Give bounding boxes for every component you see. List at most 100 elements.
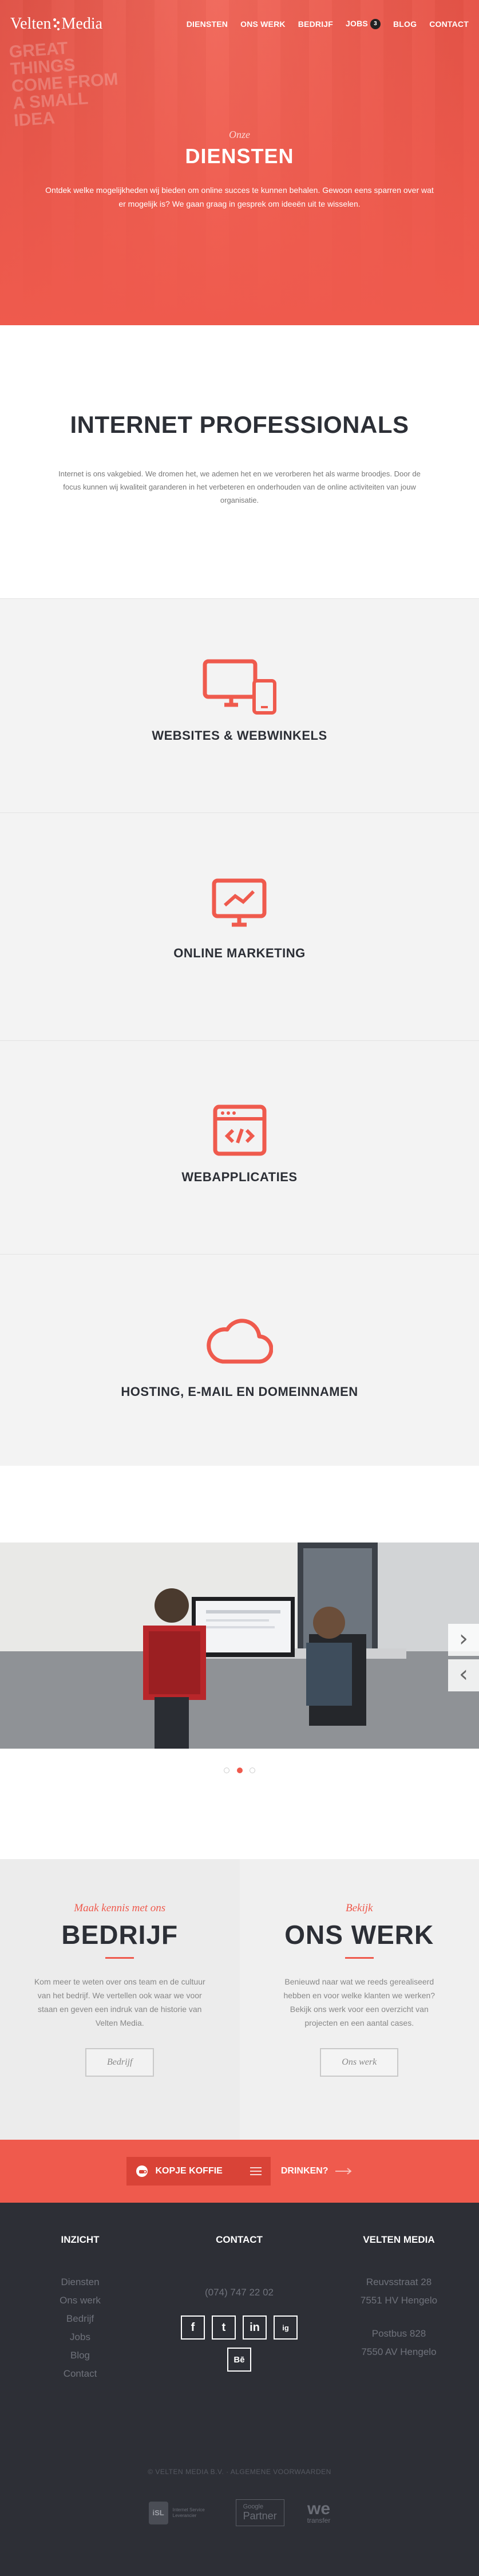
nav-item-bedrijf[interactable]: BEDRIJF	[298, 19, 333, 29]
monitor-chart-icon	[211, 878, 268, 929]
split-section: Maak kennis met ons BEDRIJF Kom meer te …	[0, 1859, 479, 2140]
wetransfer-logo-text: transfer	[307, 2516, 331, 2524]
office-photo	[0, 1543, 479, 1749]
hero: GREAT THINGS COME FROM A SMALL IDEA Velt…	[0, 0, 479, 325]
coffee-button-label: KOPJE KOFFIE	[155, 2166, 222, 2176]
slider-dot-2[interactable]	[237, 1768, 243, 1773]
footer-inzicht: INZICHT Diensten Ons werk Bedrijf Jobs B…	[34, 2234, 126, 2383]
google-logo-text: Google	[243, 2503, 277, 2510]
footer-street: Reuvsstraat 28	[339, 2273, 459, 2291]
nav-item-jobs[interactable]: JOBS3	[346, 19, 381, 29]
werk-panel: Bekijk ONS WERK Benieuwd naar wat we ree…	[240, 1859, 479, 2140]
photo-slider[interactable]: › ‹	[0, 1543, 479, 1749]
nav-item-ons-werk[interactable]: ONS WERK	[240, 19, 286, 29]
intro-text: Internet is ons vakgebied. We dromen het…	[54, 467, 426, 507]
social-links: f t in ig	[168, 2315, 311, 2340]
footer-link-contact[interactable]: Contact	[34, 2365, 126, 2383]
copyright[interactable]: © VELTEN MEDIA B.V. · ALGEMENE VOORWAARD…	[0, 2468, 479, 2476]
hero-kicker: Onze	[0, 129, 479, 141]
slider-dots	[0, 1766, 479, 1776]
facebook-icon[interactable]: f	[181, 2315, 205, 2340]
nav-item-contact[interactable]: CONTACT	[429, 19, 469, 29]
social-links-row-2: Bē	[168, 2348, 311, 2372]
footer-phone[interactable]: (074) 747 22 02	[168, 2283, 311, 2302]
slider-prev-arrow-icon[interactable]: ‹	[448, 1659, 479, 1691]
coffee-button[interactable]: KOPJE KOFFIE	[126, 2157, 270, 2186]
footer-contact-title: CONTACT	[168, 2234, 311, 2246]
footer-link-diensten[interactable]: Diensten	[34, 2273, 126, 2291]
service-websites[interactable]: WEBSITES & WEBWINKELS	[0, 598, 479, 812]
coffee-cup-icon	[136, 2165, 148, 2177]
bedrijf-text: Kom meer te weten over ons team en de cu…	[34, 1975, 205, 2030]
divider	[345, 1957, 374, 1959]
nav-item-diensten[interactable]: DIENSTEN	[187, 19, 228, 29]
footer-link-bedrijf[interactable]: Bedrijf	[34, 2310, 126, 2328]
page-title: DIENSTEN	[0, 144, 479, 168]
footer-link-jobs[interactable]: Jobs	[34, 2328, 126, 2346]
footer-city: 7551 HV Hengelo	[339, 2291, 459, 2310]
nav-links: DIENSTEN ONS WERK BEDRIJF JOBS3 BLOG CON…	[187, 19, 469, 29]
footer-company-title: VELTEN MEDIA	[339, 2234, 459, 2246]
twitter-icon[interactable]: t	[212, 2315, 236, 2340]
service-marketing[interactable]: ONLINE MARKETING	[0, 812, 479, 1040]
bedrijf-kicker: Maak kennis met ons	[0, 1902, 240, 1915]
werk-kicker: Bekijk	[240, 1902, 479, 1915]
devices-icon	[203, 659, 277, 716]
hero-wall-lettering: GREAT THINGS COME FROM A SMALL IDEA	[9, 37, 123, 130]
divider	[105, 1957, 134, 1959]
service-title-hosting: HOSTING, E-MAIL EN DOMEINNAMEN	[0, 1384, 479, 1399]
footer-pobox: Postbus 828	[339, 2325, 459, 2343]
werk-text: Benieuwd naar wat we reeds gerealiseerd …	[274, 1975, 445, 2030]
logo-text-right: Media	[62, 15, 103, 33]
footer: INZICHT Diensten Ons werk Bedrijf Jobs B…	[0, 2203, 479, 2576]
nav-item-blog[interactable]: BLOG	[393, 19, 417, 29]
footer-contact: CONTACT (074) 747 22 02 f t in ig Bē	[168, 2234, 311, 2372]
logo[interactable]: Velten Media	[10, 15, 102, 33]
office-scene-illustration	[0, 1543, 479, 1749]
partner-logos: iSL Internet Service Leverancier Google …	[0, 2499, 479, 2526]
cloud-icon	[207, 1315, 273, 1366]
hero-content: Onze DIENSTEN Ontdek welke mogelijkheden…	[0, 129, 479, 211]
code-window-icon	[212, 1104, 267, 1157]
intro-section: INTERNET PROFESSIONALS Internet is ons v…	[0, 325, 479, 598]
behance-icon[interactable]: Bē	[227, 2348, 251, 2372]
footer-pobox-city: 7550 AV Hengelo	[339, 2343, 459, 2361]
partner-logo-text: Partner	[243, 2510, 277, 2522]
footer-link-ons-werk[interactable]: Ons werk	[34, 2291, 126, 2310]
logo-dots-icon	[53, 15, 61, 33]
slider-dot-3[interactable]	[250, 1768, 255, 1773]
arrow-right-icon	[335, 2168, 353, 2175]
coffee-bar: KOPJE KOFFIE DRINKEN?	[0, 2140, 479, 2203]
instagram-icon[interactable]: ig	[274, 2315, 298, 2340]
werk-button[interactable]: Ons werk	[320, 2048, 398, 2077]
service-title-websites: WEBSITES & WEBWINKELS	[0, 728, 479, 743]
isl-logo: iSL Internet Service Leverancier	[149, 2502, 213, 2524]
isl-logo-text: Internet Service Leverancier	[173, 2507, 213, 2519]
coffee-question-label: DRINKEN?	[281, 2166, 328, 2176]
service-webapplicaties[interactable]: WEBAPPLICATIES	[0, 1040, 479, 1254]
slider-next-arrow-icon[interactable]: ›	[448, 1624, 479, 1656]
nav-item-jobs-label: JOBS	[346, 19, 368, 28]
logo-text-left: Velten	[10, 15, 52, 33]
werk-title: ONS WERK	[240, 1919, 479, 1950]
menu-icon	[250, 2167, 262, 2175]
google-partner-logo: Google Partner	[236, 2499, 284, 2526]
slider-dot-1[interactable]	[224, 1768, 229, 1773]
footer-inzicht-title: INZICHT	[34, 2234, 126, 2246]
coffee-question[interactable]: DRINKEN?	[281, 2166, 353, 2176]
linkedin-icon[interactable]: in	[243, 2315, 267, 2340]
service-title-webapplicaties: WEBAPPLICATIES	[0, 1170, 479, 1185]
intro-title: INTERNET PROFESSIONALS	[0, 411, 479, 439]
main-nav: Velten Media DIENSTEN ONS WERK BEDRIJF J…	[0, 0, 479, 48]
footer-link-blog[interactable]: Blog	[34, 2346, 126, 2365]
wetransfer-logo: we transfer	[307, 2502, 331, 2524]
service-title-marketing: ONLINE MARKETING	[0, 946, 479, 961]
hero-text: Ontdek welke mogelijkheden wij bieden om…	[45, 183, 434, 211]
service-hosting[interactable]: HOSTING, E-MAIL EN DOMEINNAMEN	[0, 1254, 479, 1466]
bedrijf-button[interactable]: Bedrijf	[85, 2048, 154, 2077]
wetransfer-logo-mark: we	[307, 2502, 331, 2516]
bedrijf-panel: Maak kennis met ons BEDRIJF Kom meer te …	[0, 1859, 240, 2140]
jobs-count-badge: 3	[370, 19, 381, 29]
bedrijf-title: BEDRIJF	[0, 1919, 240, 1950]
isl-logo-mark: iSL	[149, 2502, 168, 2524]
